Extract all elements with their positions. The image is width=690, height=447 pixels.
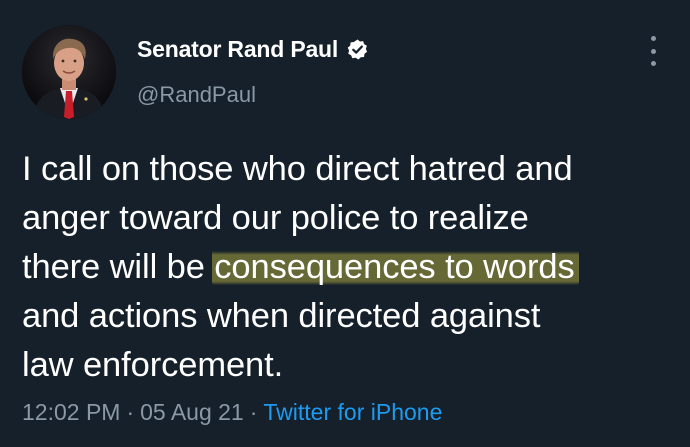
more-options-icon[interactable] bbox=[643, 36, 663, 66]
tweet-line: anger toward our police to realize bbox=[22, 199, 529, 237]
author-handle[interactable]: @RandPaul bbox=[137, 82, 256, 108]
tweet-source-link[interactable]: Twitter for iPhone bbox=[263, 399, 442, 425]
tweet-date[interactable]: 05 Aug 21 bbox=[140, 399, 244, 425]
avatar[interactable] bbox=[22, 25, 116, 119]
meta-separator: · bbox=[249, 399, 258, 425]
dot bbox=[650, 48, 656, 54]
tweet-card: Senator Rand Paul @RandPaul I call on th… bbox=[0, 0, 690, 447]
tweet-line: I call on those who direct hatred and bbox=[22, 150, 573, 188]
tweet-text: I call on those who direct hatred and an… bbox=[22, 145, 672, 390]
tweet-line-prefix: there will be bbox=[22, 248, 215, 286]
tweet-line: there will be consequences to words bbox=[22, 243, 672, 292]
highlighted-phrase: consequences to words bbox=[212, 248, 579, 286]
dot bbox=[650, 36, 656, 41]
tweet-line: law enforcement. bbox=[22, 346, 284, 384]
verified-badge-icon bbox=[346, 38, 369, 61]
author-display-name[interactable]: Senator Rand Paul bbox=[137, 36, 369, 63]
display-name-text: Senator Rand Paul bbox=[137, 36, 339, 62]
dot bbox=[650, 61, 656, 66]
tweet-time[interactable]: 12:02 PM bbox=[22, 399, 120, 425]
tweet-line: and actions when directed against bbox=[22, 297, 541, 335]
meta-separator: · bbox=[126, 399, 135, 425]
tweet-meta: 12:02 PM · 05 Aug 21 · Twitter for iPhone bbox=[22, 399, 442, 426]
